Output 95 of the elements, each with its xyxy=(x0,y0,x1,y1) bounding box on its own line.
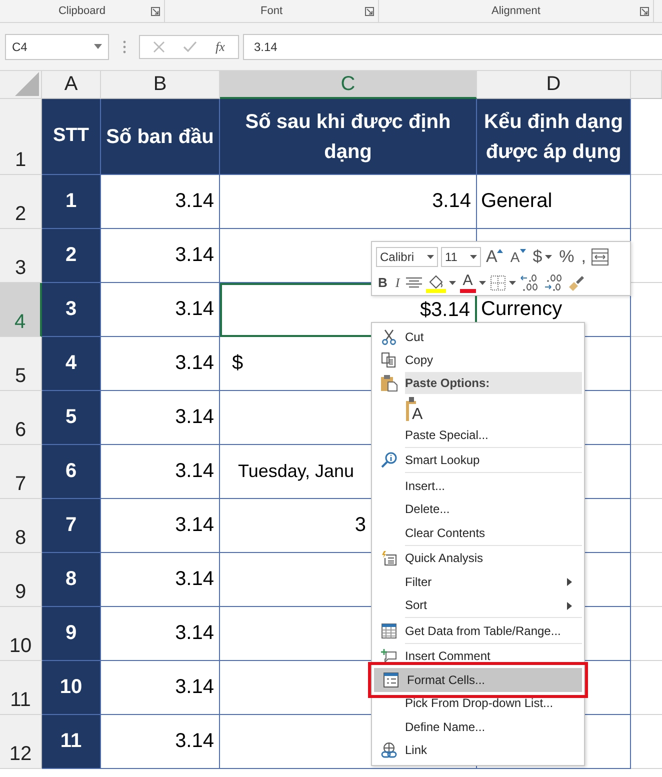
down-triangle-icon xyxy=(520,249,526,253)
row-header[interactable]: 5 xyxy=(0,337,42,391)
table-cell: 10 xyxy=(42,661,101,715)
column-header[interactable]: D xyxy=(477,71,631,99)
row-header[interactable]: 1 xyxy=(0,99,42,175)
table-cell: 3.14 xyxy=(101,391,220,445)
decrease-decimal-icon[interactable] xyxy=(544,274,564,292)
menu-item[interactable]: Format Cells... xyxy=(374,668,582,692)
menu-item[interactable]: Filter xyxy=(372,570,584,594)
table-cell: General xyxy=(477,175,631,229)
row-header[interactable]: 8 xyxy=(0,499,42,553)
table-cell: 9 xyxy=(42,607,101,661)
table-cell: 3.14 xyxy=(101,229,220,283)
dialog-launcher-icon[interactable] xyxy=(640,7,649,16)
row-header[interactable]: 4 xyxy=(0,283,42,337)
table-cell: 3 xyxy=(42,283,101,337)
insert-function-button[interactable]: fx xyxy=(216,38,225,54)
shrink-font-button[interactable]: A xyxy=(508,247,528,267)
font-size-dropdown[interactable]: 11 xyxy=(441,247,481,267)
table-cell: 6 xyxy=(42,445,101,499)
table-cell: 3.14 xyxy=(101,337,220,391)
dropdown-caret-icon xyxy=(94,44,102,49)
grip-icon xyxy=(123,40,126,54)
format-button[interactable]: % xyxy=(557,247,576,267)
copy-icon xyxy=(380,352,396,368)
table-icon xyxy=(380,622,396,639)
scissors-icon xyxy=(380,328,396,345)
table-cell: 1 xyxy=(42,175,101,229)
formula-input[interactable]: 3.14 xyxy=(243,34,662,60)
form-list-icon xyxy=(382,672,398,688)
caret-icon xyxy=(427,255,434,259)
row-header[interactable]: 6 xyxy=(0,391,42,445)
magnifier-icon xyxy=(380,452,396,468)
menu-section-header: Paste Options: xyxy=(405,372,582,394)
format-button[interactable]: , xyxy=(579,247,588,267)
column-header[interactable]: A xyxy=(42,71,101,99)
table-cell: 4 xyxy=(42,337,101,391)
format-button[interactable]: $ xyxy=(530,247,554,267)
paintbrush-icon[interactable] xyxy=(568,274,586,292)
table-header-cell: STT xyxy=(42,99,101,175)
menu-item[interactable]: Sort xyxy=(372,594,584,617)
table-cell: 3.14 xyxy=(101,283,220,337)
caret-icon xyxy=(545,255,552,259)
table-cell: 3.14 xyxy=(101,499,220,553)
table-cell: 3.14 xyxy=(101,661,220,715)
column-header[interactable]: C xyxy=(220,71,477,99)
dialog-launcher-icon[interactable] xyxy=(365,7,374,16)
comment-icon xyxy=(380,648,396,664)
menu-item[interactable]: Paste Special... xyxy=(372,423,584,446)
menu-item[interactable]: Insert Comment xyxy=(372,644,584,668)
menu-item[interactable]: Link xyxy=(372,738,584,762)
ribbon-group-label: Alignment xyxy=(492,5,540,17)
table-cell: 3.14 xyxy=(220,175,477,229)
row-header[interactable]: 12 xyxy=(0,715,42,769)
caret-icon xyxy=(470,255,477,259)
wrap-text-icon[interactable] xyxy=(591,248,610,266)
globe-link-icon xyxy=(380,742,396,758)
paste-option-button[interactable]: A xyxy=(405,394,423,422)
font-name-dropdown[interactable]: Calibri xyxy=(376,247,438,267)
dialog-launcher-icon[interactable] xyxy=(151,7,160,16)
table-cell: 3.14 xyxy=(101,175,220,229)
row-header[interactable]: 7 xyxy=(0,445,42,499)
check-icon[interactable] xyxy=(183,40,198,52)
row-header[interactable]: 3 xyxy=(0,229,42,283)
table-cell: 3.14 xyxy=(101,607,220,661)
up-triangle-icon xyxy=(497,249,504,253)
table-cell: 5 xyxy=(42,391,101,445)
quick-analysis-icon xyxy=(380,550,396,566)
menu-item[interactable]: Get Data from Table/Range... xyxy=(372,619,584,642)
clipboard-icon xyxy=(380,374,398,392)
ribbon-group-label: Font xyxy=(260,5,282,17)
table-cell: 8 xyxy=(42,553,101,607)
table-cell: 2 xyxy=(42,229,101,283)
table-header-cell: Số sau khi được định dạng xyxy=(220,99,477,175)
table-cell: 11 xyxy=(42,715,101,769)
menu-item[interactable]: Define Name... xyxy=(372,715,584,738)
ribbon-group-label: Clipboard xyxy=(58,5,106,17)
table-header-cell: Kểu định dạng được áp dụng xyxy=(477,99,631,175)
align-center-icon[interactable] xyxy=(406,277,422,289)
row-header[interactable]: 10 xyxy=(0,607,42,661)
table-cell: 3.14 xyxy=(101,553,220,607)
borders-button[interactable] xyxy=(490,275,516,291)
row-header[interactable]: 9 xyxy=(0,553,42,607)
increase-decimal-icon[interactable] xyxy=(520,274,540,292)
column-header[interactable]: B xyxy=(101,71,220,99)
name-box[interactable]: C4 xyxy=(5,34,109,60)
menu-item[interactable]: Pick From Drop-down List... xyxy=(372,692,584,715)
row-header[interactable]: 11 xyxy=(0,661,42,715)
row-header[interactable]: 2 xyxy=(0,175,42,229)
table-header-cell: Số ban đầu xyxy=(101,99,220,175)
table-cell: 7 xyxy=(42,499,101,553)
grow-font-button[interactable]: A xyxy=(484,247,506,267)
table-cell: 3.14 xyxy=(101,715,220,769)
fill-color-button[interactable] xyxy=(426,273,456,293)
table-cell: 3.14 xyxy=(101,445,220,499)
